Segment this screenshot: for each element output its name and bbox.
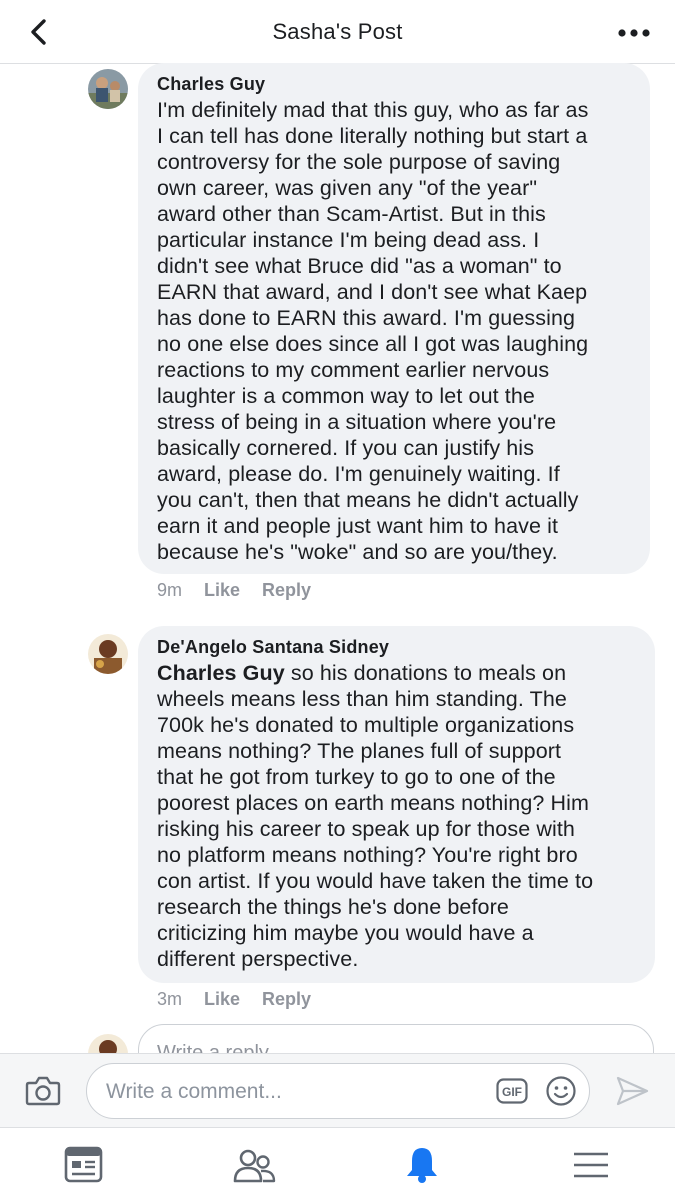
profile-photo-icon: [88, 69, 128, 109]
bottom-tab-bar: [0, 1127, 675, 1200]
profile-photo-icon: [88, 634, 128, 674]
send-button[interactable]: [614, 1073, 650, 1109]
gif-button[interactable]: GIF: [496, 1078, 528, 1104]
tab-menu[interactable]: [531, 1128, 651, 1200]
reply-button[interactable]: Reply: [262, 580, 311, 600]
emoji-button[interactable]: [545, 1075, 577, 1107]
news-feed-icon: [64, 1146, 103, 1183]
comment-text: Charles Guy so his donations to meals on…: [157, 660, 637, 972]
bell-icon: [407, 1148, 437, 1183]
more-dots-icon: [618, 29, 650, 37]
comment-author[interactable]: Charles Guy: [157, 73, 632, 95]
gif-icon: GIF: [496, 1078, 528, 1104]
camera-button[interactable]: [24, 1074, 62, 1108]
comment-bubble: Charles Guy I'm definitely mad that this…: [138, 63, 650, 574]
reply-row: Write a reply...: [0, 1024, 675, 1054]
comment-composer: Write a comment... GIF: [0, 1053, 675, 1127]
comment-timestamp: 3m: [157, 989, 183, 1009]
top-navigation-bar: Sasha's Post: [0, 0, 675, 64]
avatar: [88, 1034, 128, 1054]
camera-icon: [25, 1076, 61, 1106]
avatar[interactable]: [88, 634, 128, 674]
like-button[interactable]: Like: [204, 580, 240, 600]
comment-actions: 3m Like Reply: [157, 989, 333, 1010]
smiley-icon: [546, 1076, 576, 1106]
comment-timestamp: 9m: [157, 580, 183, 600]
gif-label: GIF: [502, 1085, 522, 1099]
comment-author[interactable]: De'Angelo Santana Sidney: [157, 636, 637, 658]
send-arrow-icon: [616, 1076, 649, 1106]
friends-icon: [233, 1149, 276, 1183]
more-options-button[interactable]: [615, 18, 655, 48]
page-title: Sasha's Post: [272, 19, 403, 44]
tab-news-feed[interactable]: [24, 1128, 144, 1200]
comment-input[interactable]: Write a comment... GIF: [86, 1063, 590, 1119]
reply-button[interactable]: Reply: [262, 989, 311, 1009]
mention-link[interactable]: Charles Guy: [157, 661, 285, 685]
hamburger-menu-icon: [574, 1152, 608, 1178]
tab-notifications[interactable]: [362, 1128, 482, 1200]
comment-text: I'm definitely mad that this guy, who as…: [157, 97, 632, 565]
comment-bubble: De'Angelo Santana Sidney Charles Guy so …: [138, 626, 655, 983]
comment-placeholder: Write a comment...: [106, 1080, 282, 1103]
avatar[interactable]: [88, 69, 128, 109]
profile-photo-icon: [88, 1034, 128, 1054]
tab-friends[interactable]: [193, 1128, 313, 1200]
comment-body: so his donations to meals on wheels mean…: [157, 661, 594, 971]
like-button[interactable]: Like: [204, 989, 240, 1009]
comment-body: I'm definitely mad that this guy, who as…: [157, 98, 589, 564]
comment-actions: 9m Like Reply: [157, 580, 333, 601]
